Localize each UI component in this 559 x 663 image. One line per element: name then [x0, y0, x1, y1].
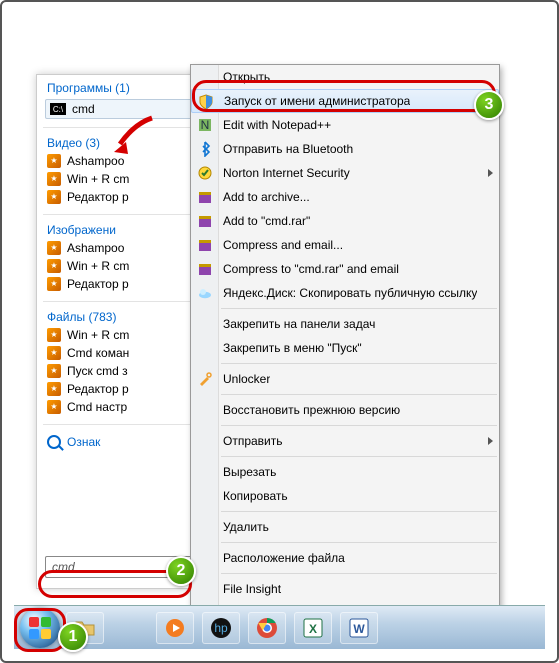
notepadpp-icon: N	[197, 117, 213, 133]
unlocker-icon	[197, 371, 213, 387]
menu-delete[interactable]: Удалить	[191, 515, 499, 539]
section-files: Файлы (783)	[37, 304, 215, 326]
chrome-icon	[255, 616, 279, 640]
yadisk-icon	[197, 285, 213, 301]
annotation-arrow	[114, 116, 154, 156]
list-item[interactable]: Пуск cmd з	[47, 362, 205, 380]
taskbar-chrome[interactable]	[248, 612, 286, 644]
taskbar-hp[interactable]: hp	[202, 612, 240, 644]
menu-cut[interactable]: Вырезать	[191, 460, 499, 484]
highlight-run-admin	[192, 80, 496, 112]
search-icon	[47, 435, 61, 449]
favorite-icon	[47, 277, 61, 291]
favorite-icon	[47, 364, 61, 378]
menu-send-to[interactable]: Отправить	[191, 429, 499, 453]
excel-icon: X	[301, 616, 325, 640]
list-item[interactable]: Редактор р	[47, 380, 205, 398]
callout-2: 2	[166, 556, 196, 586]
list-item[interactable]: Cmd настр	[47, 398, 205, 416]
winrar-icon	[197, 213, 213, 229]
callout-3: 3	[474, 90, 504, 120]
menu-restore-version[interactable]: Восстановить прежнюю версию	[191, 398, 499, 422]
taskbar-word[interactable]: W	[340, 612, 378, 644]
menu-file-location[interactable]: Расположение файла	[191, 546, 499, 570]
list-item[interactable]: Win + R cm	[47, 170, 205, 188]
menu-yandex-disk[interactable]: Яндекс.Диск: Скопировать публичную ссылк…	[191, 281, 499, 305]
videos-list: Ashampoo Win + R cm Редактор р	[37, 152, 215, 212]
menu-copy[interactable]: Копировать	[191, 484, 499, 508]
bluetooth-icon	[197, 141, 213, 157]
list-item[interactable]: Cmd коман	[47, 344, 205, 362]
menu-unlocker[interactable]: Unlocker	[191, 367, 499, 391]
favorite-icon	[47, 328, 61, 342]
svg-text:X: X	[309, 622, 317, 636]
menu-add-archive[interactable]: Add to archive...	[191, 185, 499, 209]
menu-edit-notepadpp[interactable]: N Edit with Notepad++	[191, 113, 499, 137]
menu-send-bluetooth[interactable]: Отправить на Bluetooth	[191, 137, 499, 161]
svg-text:N: N	[201, 118, 210, 132]
program-label: cmd	[72, 102, 95, 116]
norton-icon	[197, 165, 213, 181]
list-item[interactable]: Редактор р	[47, 275, 205, 293]
winrar-icon	[197, 237, 213, 253]
images-list: Ashampoo Win + R cm Редактор р	[37, 239, 215, 299]
favorite-icon	[47, 382, 61, 396]
favorite-icon	[47, 241, 61, 255]
winrar-icon	[197, 261, 213, 277]
section-programs: Программы (1)	[37, 75, 215, 97]
list-item[interactable]: Win + R cm	[47, 326, 205, 344]
favorite-icon	[47, 172, 61, 186]
menu-add-cmd-rar[interactable]: Add to "cmd.rar"	[191, 209, 499, 233]
taskbar-excel[interactable]: X	[294, 612, 332, 644]
menu-norton[interactable]: Norton Internet Security	[191, 161, 499, 185]
taskbar-wmp[interactable]	[156, 612, 194, 644]
files-list: Win + R cm Cmd коман Пуск cmd з Редактор…	[37, 326, 215, 422]
menu-pin-taskbar[interactable]: Закрепить на панели задач	[191, 312, 499, 336]
section-images: Изображени	[37, 217, 215, 239]
favorite-icon	[47, 154, 61, 168]
svg-text:hp: hp	[214, 621, 228, 635]
context-menu: Открыть Запуск от имени администратора N…	[190, 64, 500, 626]
favorite-icon	[47, 346, 61, 360]
submenu-arrow-icon	[488, 169, 493, 177]
favorite-icon	[47, 400, 61, 414]
list-item[interactable]: Редактор р	[47, 188, 205, 206]
svg-text:W: W	[353, 622, 365, 636]
see-more-results[interactable]: Ознак	[37, 427, 215, 457]
menu-pin-start[interactable]: Закрепить в меню "Пуск"	[191, 336, 499, 360]
favorite-icon	[47, 190, 61, 204]
callout-1: 1	[58, 622, 88, 652]
highlight-start	[14, 608, 66, 652]
hp-icon: hp	[209, 616, 233, 640]
menu-compress-email[interactable]: Compress and email...	[191, 233, 499, 257]
list-item[interactable]: Ashampoo	[47, 239, 205, 257]
media-player-icon	[163, 616, 187, 640]
word-icon: W	[347, 616, 371, 640]
submenu-arrow-icon	[488, 437, 493, 445]
winrar-icon	[197, 189, 213, 205]
favorite-icon	[47, 259, 61, 273]
menu-file-insight[interactable]: File Insight	[191, 577, 499, 601]
taskbar: hp X W	[14, 605, 545, 649]
menu-compress-cmd-email[interactable]: Compress to "cmd.rar" and email	[191, 257, 499, 281]
cmd-icon: C:\	[50, 103, 66, 115]
list-item[interactable]: Win + R cm	[47, 257, 205, 275]
